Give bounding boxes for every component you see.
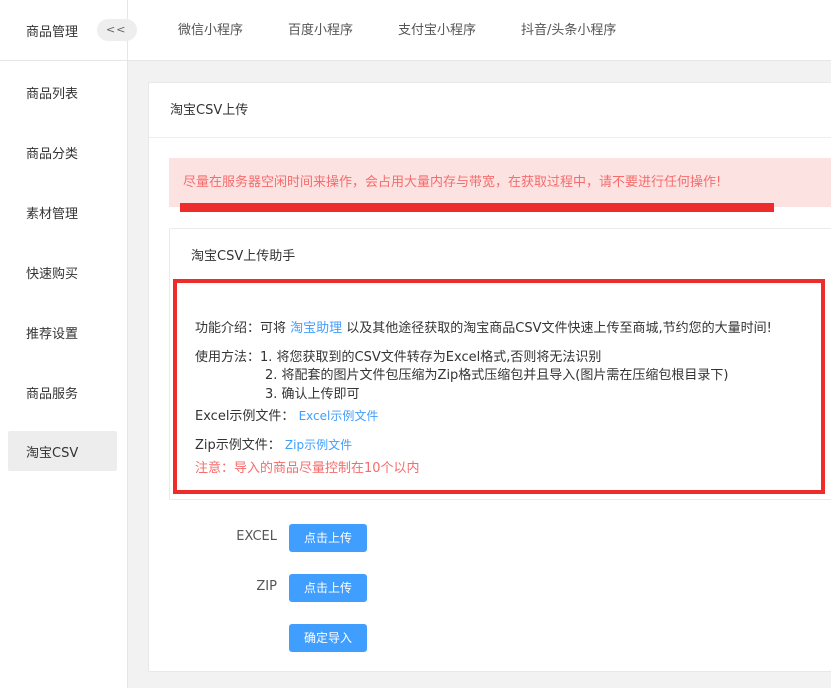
sidebar-item-product-list[interactable]: 商品列表	[8, 72, 117, 112]
usage-step-2: 2. 将配套的图片文件包压缩为Zip格式压缩包并且导入(图片需在压缩包根目录下)	[265, 368, 729, 383]
zip-upload-label: ZIP	[256, 579, 277, 594]
tab-baidu-miniprogram[interactable]: 百度小程序	[288, 0, 353, 61]
excel-upload-button[interactable]: 点击上传	[289, 524, 368, 552]
csv-helper-panel: 淘宝CSV上传助手 功能介绍：可将 淘宝助理 以及其他途径获取的淘宝商品CSV文…	[169, 228, 831, 500]
excel-upload-label: EXCEL	[236, 529, 277, 544]
zip-upload-button[interactable]: 点击上传	[289, 574, 368, 602]
tab-alipay-miniprogram[interactable]: 支付宝小程序	[398, 0, 476, 61]
sidebar-item-quick-buy[interactable]: 快速购买	[8, 252, 117, 292]
top-nav: 微信小程序 百度小程序 支付宝小程序 抖音/头条小程序	[128, 0, 831, 61]
zip-sample-link[interactable]: Zip示例文件	[285, 438, 352, 452]
excel-sample-link[interactable]: Excel示例文件	[299, 409, 379, 423]
annotation-box: 功能介绍：可将 淘宝助理 以及其他途径获取的淘宝商品CSV文件快速上传至商城,节…	[173, 279, 825, 494]
sidebar-item-product-service[interactable]: 商品服务	[8, 372, 117, 412]
usage-step-3: 3. 确认上传即可	[265, 387, 360, 402]
tab-douyin-miniprogram[interactable]: 抖音/头条小程序	[521, 0, 616, 61]
confirm-import-button[interactable]: 确定导入	[289, 624, 368, 652]
warning-alert: 尽量在服务器空闲时间来操作，会占用大量内存与带宽，在获取过程中，请不要进行任何操…	[169, 158, 831, 207]
sidebar-title: 商品管理	[26, 24, 79, 40]
usage-step-1: 1. 将您获取到的CSV文件转存为Excel格式,否则将无法识别	[260, 350, 602, 365]
taobao-csv-card: 淘宝CSV上传 尽量在服务器空闲时间来操作，会占用大量内存与带宽，在获取过程中，…	[148, 82, 831, 672]
intro-prefix: 功能介绍：可将	[195, 321, 291, 336]
import-notice: 注意：导入的商品尽量控制在10个以内	[195, 461, 420, 476]
intro-suffix: 以及其他途径获取的淘宝商品CSV文件快速上传至商城,节约您的大量时间!	[342, 321, 772, 336]
excel-sample-line: Excel示例文件： Excel示例文件	[195, 405, 378, 424]
sidebar-item-taobao-csv[interactable]: 淘宝CSV	[8, 431, 117, 471]
usage-line: 使用方法：1. 将您获取到的CSV文件转存为Excel格式,否则将无法识别	[195, 346, 601, 365]
zip-sample-line: Zip示例文件： Zip示例文件	[195, 434, 352, 453]
sidebar-item-material[interactable]: 素材管理	[8, 192, 117, 232]
annotation-underline	[180, 203, 774, 212]
collapse-sidebar-button[interactable]: <<	[97, 19, 137, 41]
tab-wechat-miniprogram[interactable]: 微信小程序	[178, 0, 243, 61]
sidebar-item-recommend[interactable]: 推荐设置	[8, 312, 117, 352]
taobao-assistant-link[interactable]: 淘宝助理	[290, 321, 342, 336]
sidebar: 商品管理 商品列表 商品分类 素材管理 快速购买 推荐设置 商品服务 淘宝CSV	[0, 0, 128, 688]
zip-sample-label: Zip示例文件：	[195, 438, 281, 453]
usage-prefix: 使用方法：	[195, 350, 261, 365]
intro-line: 功能介绍：可将 淘宝助理 以及其他途径获取的淘宝商品CSV文件快速上传至商城,节…	[195, 317, 772, 336]
sidebar-item-product-category[interactable]: 商品分类	[8, 132, 117, 172]
excel-sample-label: Excel示例文件：	[195, 409, 295, 424]
card-title: 淘宝CSV上传	[149, 83, 831, 138]
helper-title: 淘宝CSV上传助手	[191, 249, 296, 264]
